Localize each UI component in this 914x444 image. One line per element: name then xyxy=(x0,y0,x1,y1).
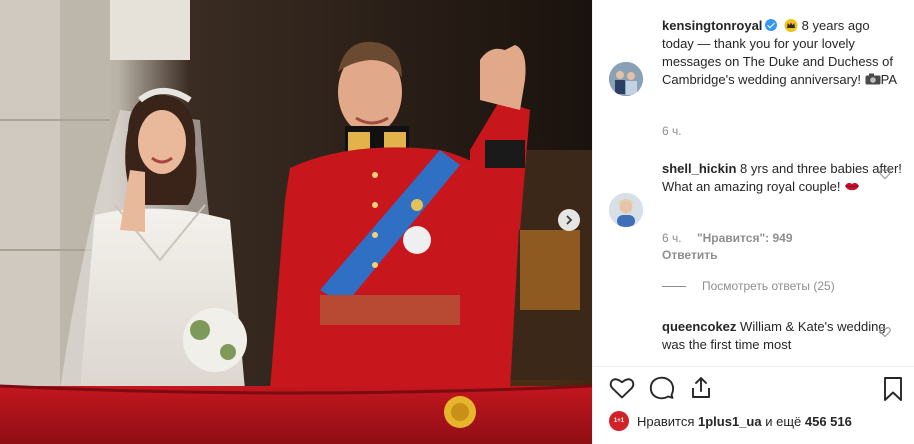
crown-emoji-icon xyxy=(784,19,798,32)
view-replies-button[interactable]: Посмотреть ответы (25) xyxy=(662,279,835,293)
caption-text: kensingtonroyal 8 years ago today — than… xyxy=(662,17,904,89)
post-photo[interactable] xyxy=(0,0,592,444)
comment-like-heart-icon[interactable] xyxy=(879,326,891,338)
carousel-next-button[interactable] xyxy=(558,209,580,231)
share-icon[interactable] xyxy=(689,376,713,400)
instagram-post-view: kensingtonroyal 8 years ago today — than… xyxy=(0,0,914,444)
comment-time[interactable]: 6 ч. xyxy=(662,231,682,245)
post-details-panel: kensingtonroyal 8 years ago today — than… xyxy=(592,0,914,444)
caption-time[interactable]: 6 ч. xyxy=(662,124,682,138)
author-avatar[interactable] xyxy=(609,62,643,96)
verified-badge-icon xyxy=(765,19,778,31)
comments-scroll-area[interactable]: kensingtonroyal 8 years ago today — than… xyxy=(593,0,914,366)
comment-like-heart-icon[interactable] xyxy=(879,168,891,180)
liker-avatar[interactable]: 1+1 xyxy=(609,411,629,431)
author-avatar-image xyxy=(609,62,643,96)
likes-summary: 1+1 Нравится 1plus1_ua и ещё 456 516 xyxy=(609,410,909,432)
comment-likes[interactable]: "Нравится": 949 xyxy=(697,231,793,245)
bookmark-icon[interactable] xyxy=(883,376,903,402)
commenter-username[interactable]: shell_hickin xyxy=(662,161,736,176)
comment-reply-button[interactable]: Ответить xyxy=(662,248,717,262)
commenter-username[interactable]: queencokez xyxy=(662,319,736,334)
wedding-balcony-image xyxy=(0,0,592,444)
actions-divider xyxy=(593,366,914,367)
likes-prefix: Нравится xyxy=(637,413,695,429)
comment-text: queencokez William & Kate's wedding was … xyxy=(662,318,904,354)
post-action-bar xyxy=(609,374,902,404)
lips-emoji-icon xyxy=(844,178,860,191)
author-username[interactable]: kensingtonroyal xyxy=(662,18,762,33)
liker-username[interactable]: 1plus1_ua xyxy=(698,414,762,429)
comment-text: shell_hickin 8 yrs and three babies afte… xyxy=(662,160,904,196)
heart-icon[interactable] xyxy=(609,376,635,400)
commenter-avatar-image xyxy=(609,193,643,227)
view-replies-label: Посмотреть ответы (25) xyxy=(702,279,835,293)
likes-count[interactable]: 456 516 xyxy=(805,414,852,429)
commenter-avatar[interactable] xyxy=(609,193,643,227)
comment-meta: 6 ч. "Нравится": 949 xyxy=(662,231,793,245)
chevron-right-icon xyxy=(566,215,573,225)
caption-credit: PA xyxy=(880,72,898,87)
comment-icon[interactable] xyxy=(649,376,675,400)
camera-emoji-icon xyxy=(865,72,881,85)
likes-suffix: и ещё xyxy=(765,413,802,429)
replies-divider-line xyxy=(662,285,686,287)
